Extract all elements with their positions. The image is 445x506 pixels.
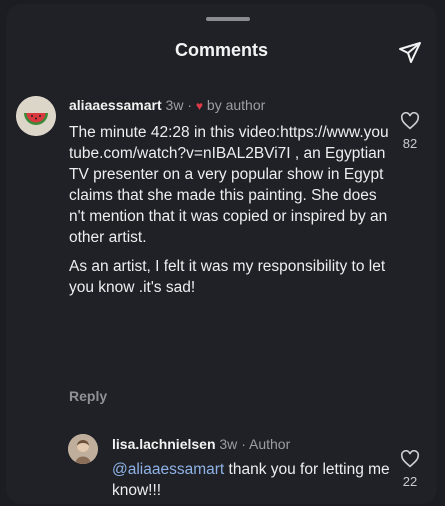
comment-time: 3w	[165, 97, 184, 113]
heart-outline-icon[interactable]	[400, 112, 420, 130]
comments-sheet: Comments aliaaessamart 3w · ♥ by author …	[6, 4, 437, 504]
avatar[interactable]	[16, 96, 56, 136]
reply-username[interactable]: lisa.lachnielsen	[112, 436, 216, 452]
like-count: 82	[402, 136, 418, 151]
comment-username[interactable]: aliaaessamart	[69, 97, 162, 113]
comment-header: aliaaessamart 3w · ♥ by author	[69, 97, 265, 113]
like-count: 22	[402, 474, 418, 489]
mention-link[interactable]: @aliaaessamart	[112, 461, 224, 478]
comment-like: 82	[392, 112, 428, 151]
meta-separator: ·	[241, 436, 246, 452]
comment-paragraph: As an artist, I felt it was my responsib…	[69, 258, 386, 296]
reply-header: lisa.lachnielsen 3w · Author	[112, 436, 290, 452]
meta-separator: ·	[187, 97, 192, 113]
comment-paragraph: The minute 42:28 in this video:https://w…	[69, 124, 389, 246]
reply-time: 3w	[219, 436, 238, 452]
reply-like: 22	[392, 450, 428, 489]
reply-button[interactable]: Reply	[69, 388, 107, 404]
comment-text: The minute 42:28 in this video:https://w…	[69, 122, 389, 298]
by-author-label: by author	[206, 97, 266, 113]
drag-handle[interactable]	[206, 17, 250, 21]
paper-plane-icon[interactable]	[398, 40, 422, 64]
sheet-title: Comments	[174, 40, 268, 60]
heart-icon: ♥	[195, 99, 204, 113]
reply-text: @aliaaessamart thank you for letting me …	[112, 459, 392, 501]
heart-outline-icon[interactable]	[400, 450, 420, 468]
avatar[interactable]	[68, 434, 98, 464]
author-badge: Author	[248, 436, 291, 452]
